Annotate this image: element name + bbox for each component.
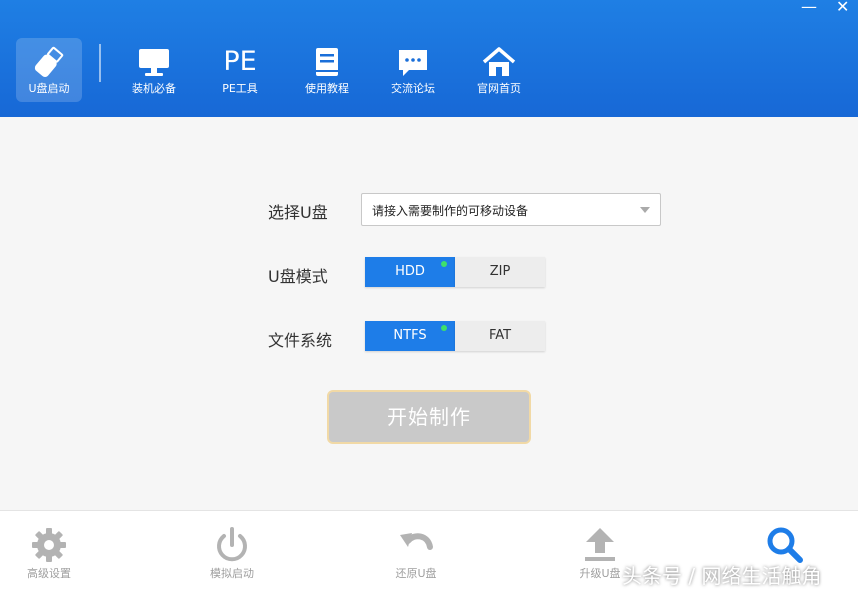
top-nav-bar: — ✕ U盘启动 装机必备 PE PE工具 使用教程 交流论坛 官网首页 (0, 0, 858, 117)
chevron-down-icon (640, 207, 650, 213)
nav-label: PE工具 (222, 82, 258, 95)
nav-label: 使用教程 (305, 82, 349, 95)
upload-icon (585, 528, 615, 561)
mode-hdd-toggle[interactable]: HDD (365, 257, 455, 287)
chat-bubble-icon (399, 50, 427, 76)
selected-indicator-dot (441, 261, 447, 267)
bottom-label: 模拟启动 (210, 567, 254, 580)
close-button[interactable]: ✕ (836, 0, 849, 15)
bottom-label: 高级设置 (27, 567, 71, 580)
book-icon (316, 48, 338, 76)
power-icon (217, 527, 247, 562)
minimize-button[interactable]: — (801, 0, 817, 15)
fs-fat-toggle[interactable]: FAT (455, 321, 545, 351)
nav-item-tutorial[interactable]: 使用教程 (294, 38, 360, 102)
fs-ntfs-toggle[interactable]: NTFS (365, 321, 455, 351)
mode-zip-label: ZIP (489, 264, 511, 279)
mode-hdd-label: HDD (395, 264, 425, 279)
start-make-button[interactable]: 开始制作 (327, 390, 531, 444)
nav-item-essentials[interactable]: 装机必备 (121, 38, 187, 102)
usb-drive-icon (34, 46, 64, 77)
advanced-settings-button[interactable]: 高级设置 (4, 525, 94, 585)
nav-item-forum[interactable]: 交流论坛 (380, 38, 446, 102)
fs-fat-label: FAT (488, 328, 512, 343)
main-panel (0, 117, 858, 510)
restore-usb-button[interactable]: 还原U盘 (371, 525, 461, 585)
monitor-icon (139, 49, 169, 76)
search-icon (767, 527, 803, 563)
watermark-text: 头条号 / 网络生活触角 (622, 564, 822, 588)
nav-item-usb-boot[interactable]: U盘启动 (16, 38, 82, 102)
usb-device-select[interactable]: 请接入需要制作的可移动设备 (361, 193, 661, 226)
pe-icon: PE (223, 46, 257, 77)
bottom-label: 还原U盘 (395, 567, 437, 580)
nav-label: U盘启动 (28, 82, 70, 95)
selected-indicator-dot (441, 325, 447, 331)
gear-icon (32, 528, 66, 562)
nav-divider (99, 44, 101, 82)
nav-label: 官网首页 (477, 82, 521, 95)
nav-item-pe-tools[interactable]: PE PE工具 (207, 38, 273, 102)
nav-label: 装机必备 (132, 82, 176, 95)
mode-zip-toggle[interactable]: ZIP (455, 257, 545, 287)
home-icon (482, 47, 516, 76)
select-usb-label: 选择U盘 (268, 203, 328, 222)
undo-icon (400, 533, 433, 550)
nav-item-homepage[interactable]: 官网首页 (466, 38, 532, 102)
usb-mode-label: U盘模式 (268, 267, 328, 286)
usb-device-select-value: 请接入需要制作的可移动设备 (372, 204, 529, 218)
simulate-boot-button[interactable]: 模拟启动 (187, 525, 277, 585)
nav-label: 交流论坛 (391, 82, 435, 95)
file-system-label: 文件系统 (268, 331, 333, 350)
fs-ntfs-label: NTFS (393, 328, 427, 343)
